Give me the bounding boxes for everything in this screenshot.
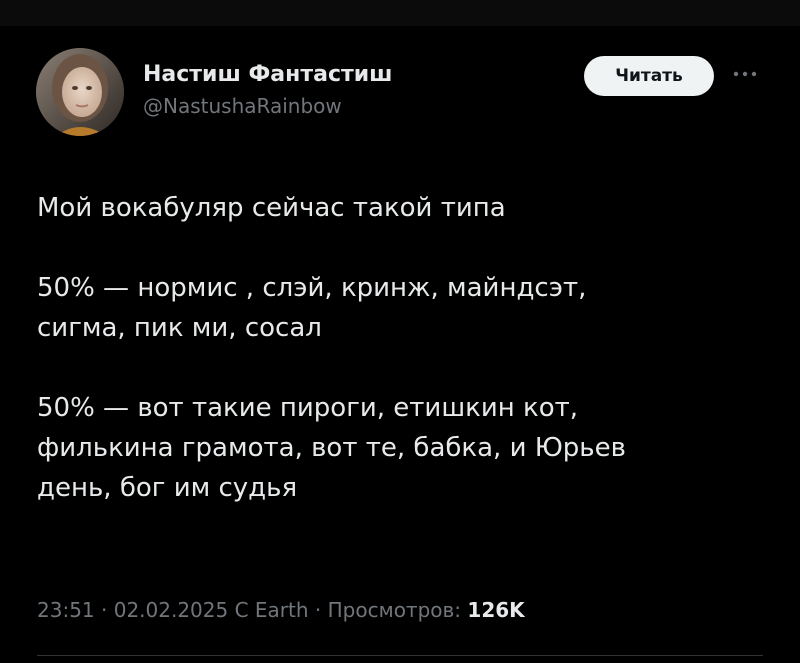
tweet-time[interactable]: 23:51 bbox=[37, 598, 95, 622]
divider bbox=[37, 655, 763, 656]
avatar[interactable] bbox=[36, 48, 124, 136]
display-name[interactable]: Настиш Фантастиш bbox=[143, 62, 393, 88]
tweet-text: Мой вокабуляр сейчас такой типа 50% — но… bbox=[37, 193, 626, 503]
meta-separator: · bbox=[314, 598, 322, 622]
views-label: Просмотров: bbox=[327, 598, 462, 622]
user-avatar-photo-icon bbox=[36, 48, 124, 136]
more-button[interactable] bbox=[729, 62, 761, 86]
follow-button[interactable]: Читать bbox=[584, 56, 714, 96]
user-handle[interactable]: @NastushaRainbow bbox=[143, 93, 393, 119]
author-info: Настиш Фантастиш @NastushaRainbow bbox=[143, 62, 393, 119]
tweet-header: Настиш Фантастиш @NastushaRainbow Читать bbox=[36, 46, 766, 138]
tweet-source: C Earth bbox=[234, 598, 309, 622]
more-horizontal-icon bbox=[733, 71, 757, 77]
tweet-meta: 23:51 · 02.02.2025 C Earth · Просмотров:… bbox=[37, 596, 525, 624]
top-strip bbox=[0, 0, 800, 26]
views-count: 126K bbox=[467, 598, 525, 622]
tweet-date[interactable]: 02.02.2025 bbox=[114, 598, 229, 622]
meta-separator: · bbox=[101, 598, 108, 622]
